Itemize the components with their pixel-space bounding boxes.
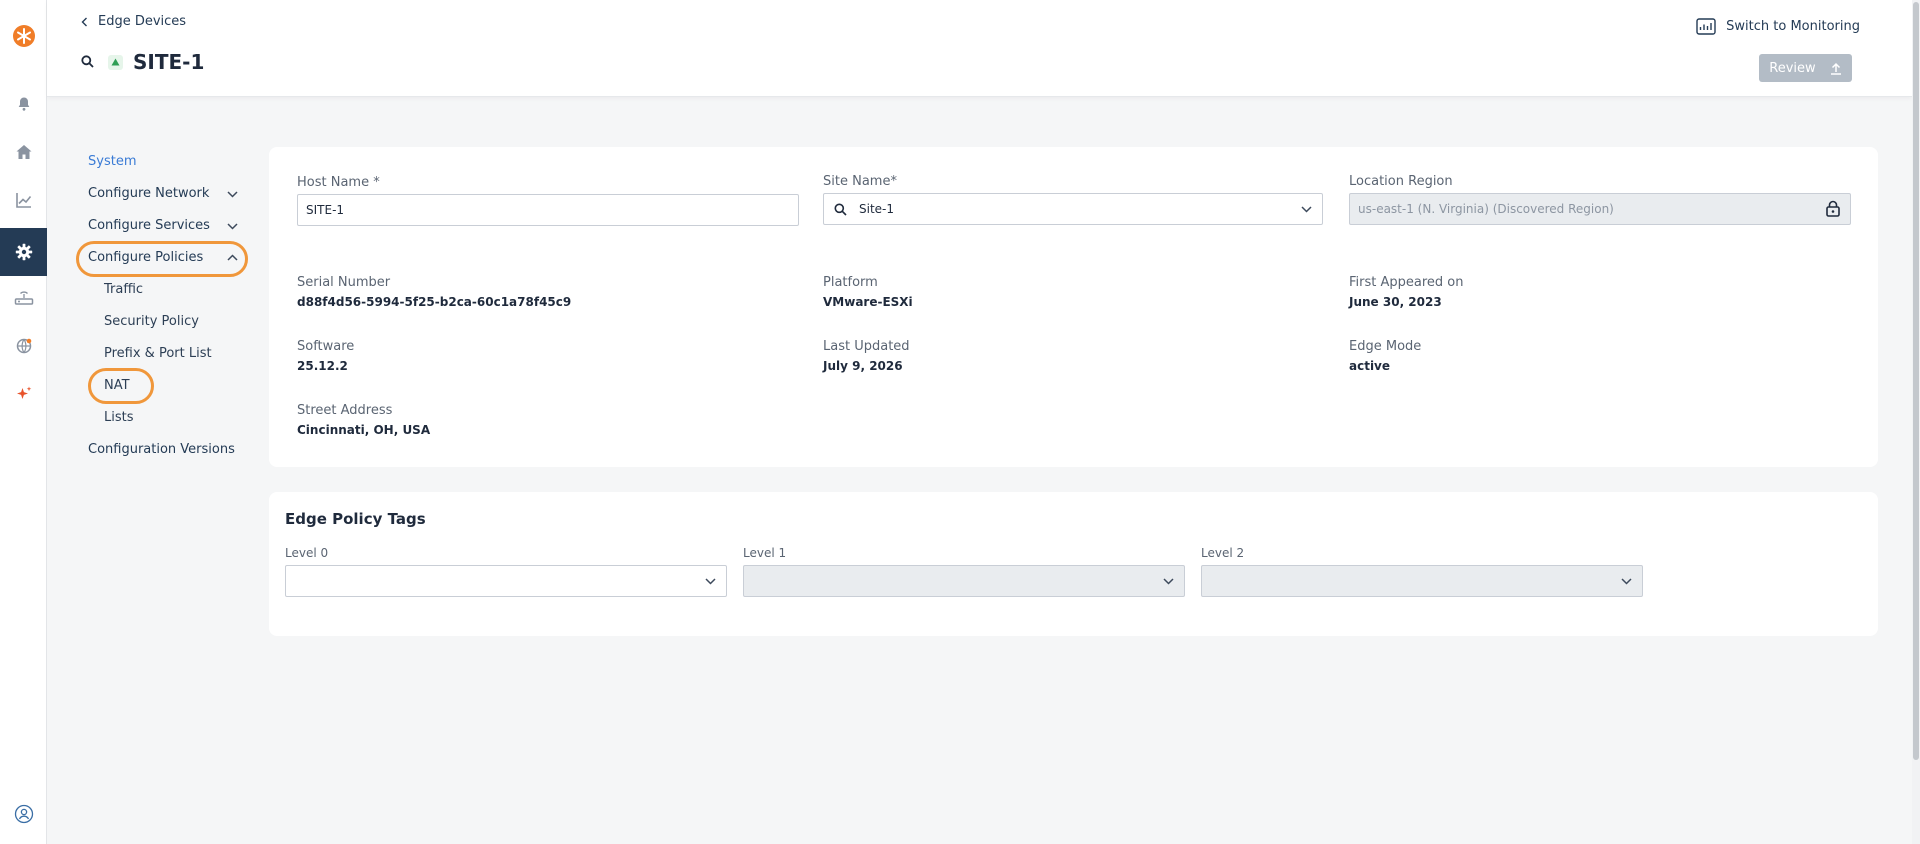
back-link[interactable]: Edge Devices [81, 14, 186, 29]
back-link-label: Edge Devices [98, 14, 187, 29]
scrollbar-thumb[interactable] [1913, 2, 1919, 760]
platform-value: VMware-ESXi [823, 295, 913, 309]
edge-mode-label: Edge Mode [1349, 339, 1422, 354]
edge-policy-tags-title: Edge Policy Tags [285, 510, 426, 528]
app-rail [0, 0, 47, 844]
search-icon [834, 203, 847, 216]
chevron-down-icon [705, 578, 716, 585]
chevron-down-icon[interactable] [227, 223, 238, 230]
level0-label: Level 0 [285, 546, 329, 560]
page-scrollbar[interactable] [1912, 0, 1920, 844]
nav-system[interactable]: System [88, 154, 136, 169]
level1-select[interactable] [743, 565, 1185, 597]
page-title: SITE-1 [133, 50, 205, 74]
edge-policy-tags-card: Edge Policy Tags Level 0 Level 1 Level 2 [269, 492, 1878, 636]
brand-logo-icon[interactable] [0, 16, 47, 56]
street-address-label: Street Address [297, 403, 393, 418]
platform-label: Platform [823, 275, 878, 290]
chevron-left-icon [81, 17, 87, 26]
upload-icon [1830, 62, 1841, 75]
host-name-input[interactable]: SITE-1 [297, 194, 799, 226]
site-name-value: Site-1 [859, 202, 895, 216]
software-label: Software [297, 339, 355, 354]
nav-configure-policies[interactable]: Configure Policies [88, 250, 203, 265]
page-title-row: SITE-1 [81, 50, 204, 74]
review-button[interactable]: Review [1759, 54, 1852, 82]
level1-label: Level 1 [743, 546, 787, 560]
chevron-down-icon [1301, 206, 1312, 213]
chart-line-icon[interactable] [0, 180, 47, 220]
nav-security-policy[interactable]: Security Policy [104, 314, 199, 329]
chevron-up-icon[interactable] [227, 254, 238, 261]
site-name-label: Site Name* [823, 174, 897, 189]
level0-select[interactable] [285, 565, 727, 597]
status-up-icon [108, 54, 123, 70]
serial-number-value: d88f4d56-5994-5f25-b2ca-60c1a78f45c9 [297, 295, 572, 309]
monitor-chart-icon [1696, 18, 1716, 35]
page-header: Edge Devices SITE-1 Switch to Monitoring… [47, 0, 1912, 97]
street-address-value: Cincinnati, OH, USA [297, 423, 431, 437]
location-region-placeholder: us-east-1 (N. Virginia) (Discovered Regi… [1358, 202, 1614, 216]
review-button-label: Review [1769, 60, 1816, 76]
location-region-input[interactable]: us-east-1 (N. Virginia) (Discovered Regi… [1349, 193, 1851, 225]
last-updated-label: Last Updated [823, 339, 910, 354]
nav-prefix-port-list[interactable]: Prefix & Port List [104, 346, 212, 361]
edge-mode-value: active [1349, 359, 1391, 373]
nav-configure-network[interactable]: Configure Network [88, 186, 209, 201]
nav-configuration-versions[interactable]: Configuration Versions [88, 442, 235, 457]
level2-select[interactable] [1201, 565, 1643, 597]
chevron-down-icon [1621, 578, 1632, 585]
nav-lists[interactable]: Lists [104, 410, 134, 425]
host-name-value: SITE-1 [306, 203, 345, 217]
first-appeared-label: First Appeared on [1349, 275, 1464, 290]
chevron-down-icon[interactable] [227, 191, 238, 198]
level2-label: Level 2 [1201, 546, 1245, 560]
host-name-label: Host Name * [297, 175, 380, 190]
first-appeared-value: June 30, 2023 [1349, 295, 1442, 309]
software-value: 25.12.2 [297, 359, 348, 373]
site-name-select[interactable]: Site-1 [823, 193, 1323, 225]
last-updated-value: July 9, 2026 [823, 359, 903, 373]
serial-number-label: Serial Number [297, 275, 391, 290]
globe-network-icon[interactable] [0, 326, 47, 366]
router-icon[interactable] [0, 278, 47, 318]
location-region-label: Location Region [1349, 174, 1453, 189]
home-icon[interactable] [0, 132, 47, 172]
user-account-icon[interactable] [0, 794, 47, 834]
chevron-down-icon [1163, 578, 1174, 585]
device-details-card: Host Name * SITE-1 Site Name* Site-1 Loc… [269, 147, 1878, 467]
bell-icon[interactable] [0, 84, 47, 124]
lock-icon[interactable] [1826, 200, 1840, 217]
nav-nat[interactable]: NAT [104, 378, 130, 393]
gear-icon[interactable] [0, 228, 47, 276]
nav-configure-services[interactable]: Configure Services [88, 218, 210, 233]
search-icon[interactable] [81, 53, 94, 72]
nav-traffic[interactable]: Traffic [104, 282, 143, 297]
switch-to-monitoring-label: Switch to Monitoring [1726, 19, 1860, 34]
switch-to-monitoring-link[interactable]: Switch to Monitoring [1696, 18, 1860, 35]
sparkle-icon[interactable] [0, 374, 47, 414]
